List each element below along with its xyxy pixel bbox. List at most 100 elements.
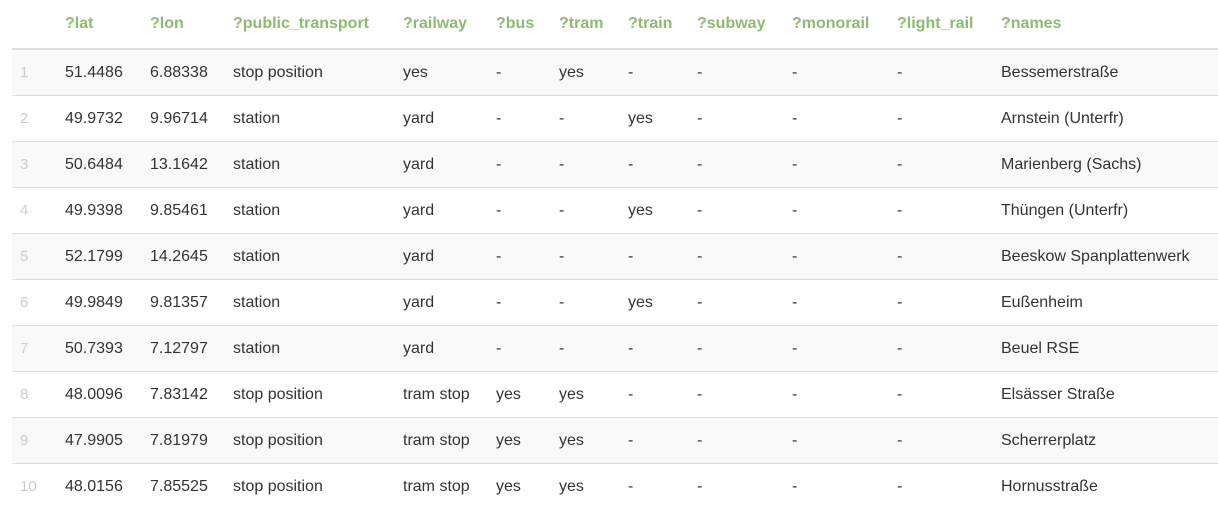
cell-monorail: -: [784, 371, 889, 418]
cell-lon: 7.12797: [142, 325, 225, 372]
cell-tram: yes: [551, 463, 620, 509]
table-row: 10 48.0156 7.85525 stop position tram stop ye…: [12, 463, 1218, 509]
cell-train: -: [620, 417, 689, 464]
cell-public-transport: stop position: [225, 417, 395, 464]
column-header-train[interactable]: ?train: [620, 0, 689, 50]
cell-tram: yes: [551, 371, 620, 418]
cell-row-number: 1: [12, 49, 57, 96]
cell-subway: -: [689, 95, 784, 142]
cell-railway: tram stop: [395, 463, 488, 509]
cell-lon: 6.88338: [142, 49, 225, 96]
cell-monorail: -: [784, 187, 889, 234]
cell-names: Eußenheim: [993, 279, 1218, 326]
cell-lat: 50.7393: [57, 325, 142, 372]
cell-tram: -: [551, 233, 620, 280]
column-header-tram[interactable]: ?tram: [551, 0, 620, 50]
column-header-railway[interactable]: ?railway: [395, 0, 488, 50]
cell-lat: 52.1799: [57, 233, 142, 280]
cell-bus: yes: [488, 371, 551, 418]
cell-subway: -: [689, 233, 784, 280]
cell-row-number: 8: [12, 371, 57, 418]
table-header: ?lat ?lon ?public_transport ?railway ?bus ?tr…: [12, 0, 1218, 50]
cell-light-rail: -: [889, 371, 993, 418]
cell-monorail: -: [784, 325, 889, 372]
cell-public-transport: stop position: [225, 371, 395, 418]
cell-monorail: -: [784, 463, 889, 509]
cell-subway: -: [689, 371, 784, 418]
cell-railway: tram stop: [395, 371, 488, 418]
cell-lat: 51.4486: [57, 49, 142, 96]
header-row: ?lat ?lon ?public_transport ?railway ?bus ?tr…: [12, 0, 1218, 50]
table-row: 4 49.9398 9.85461 station yard - - yes - - - Thünge…: [12, 187, 1218, 234]
table-row: 2 49.9732 9.96714 station yard - - yes - - - Arnste…: [12, 95, 1218, 142]
cell-tram: yes: [551, 417, 620, 464]
cell-names: Marienberg (Sachs): [993, 141, 1218, 188]
cell-railway: yard: [395, 325, 488, 372]
cell-public-transport: station: [225, 279, 395, 326]
column-header-monorail[interactable]: ?monorail: [784, 0, 889, 50]
cell-light-rail: -: [889, 417, 993, 464]
cell-tram: -: [551, 187, 620, 234]
cell-lat: 49.9732: [57, 95, 142, 142]
cell-monorail: -: [784, 233, 889, 280]
column-header-row-number[interactable]: [12, 0, 57, 50]
cell-monorail: -: [784, 417, 889, 464]
cell-lon: 13.1642: [142, 141, 225, 188]
cell-names: Scherrerplatz: [993, 417, 1218, 464]
cell-lon: 9.81357: [142, 279, 225, 326]
cell-bus: yes: [488, 417, 551, 464]
cell-bus: -: [488, 233, 551, 280]
cell-bus: -: [488, 141, 551, 188]
column-header-public-transport[interactable]: ?public_transport: [225, 0, 395, 50]
cell-tram: -: [551, 95, 620, 142]
table-row: 7 50.7393 7.12797 station yard - - - - - - Beuel RS…: [12, 325, 1218, 372]
cell-subway: -: [689, 417, 784, 464]
cell-light-rail: -: [889, 95, 993, 142]
cell-names: Thüngen (Unterfr): [993, 187, 1218, 234]
cell-names: Elsässer Straße: [993, 371, 1218, 418]
cell-train: yes: [620, 95, 689, 142]
cell-public-transport: station: [225, 95, 395, 142]
table-row: 1 51.4486 6.88338 stop position yes - yes - - - - B…: [12, 49, 1218, 96]
cell-light-rail: -: [889, 279, 993, 326]
cell-names: Beuel RSE: [993, 325, 1218, 372]
cell-lon: 7.83142: [142, 371, 225, 418]
cell-monorail: -: [784, 95, 889, 142]
table-row: 8 48.0096 7.83142 stop position tram stop yes…: [12, 371, 1218, 418]
cell-public-transport: station: [225, 325, 395, 372]
column-header-light-rail[interactable]: ?light_rail: [889, 0, 993, 50]
cell-light-rail: -: [889, 463, 993, 509]
cell-monorail: -: [784, 49, 889, 96]
cell-train: yes: [620, 187, 689, 234]
column-header-bus[interactable]: ?bus: [488, 0, 551, 50]
table-row: 3 50.6484 13.1642 station yard - - - - - - Marienbe…: [12, 141, 1218, 188]
cell-bus: -: [488, 279, 551, 326]
cell-train: -: [620, 325, 689, 372]
cell-train: -: [620, 463, 689, 509]
cell-light-rail: -: [889, 325, 993, 372]
cell-subway: -: [689, 49, 784, 96]
cell-lat: 48.0096: [57, 371, 142, 418]
column-header-lat[interactable]: ?lat: [57, 0, 142, 50]
cell-light-rail: -: [889, 233, 993, 280]
cell-railway: yard: [395, 187, 488, 234]
cell-train: -: [620, 141, 689, 188]
cell-light-rail: -: [889, 49, 993, 96]
cell-bus: -: [488, 187, 551, 234]
cell-subway: -: [689, 325, 784, 372]
column-header-names[interactable]: ?names: [993, 0, 1218, 50]
cell-lon: 9.96714: [142, 95, 225, 142]
column-header-subway[interactable]: ?subway: [689, 0, 784, 50]
cell-tram: -: [551, 279, 620, 326]
cell-subway: -: [689, 141, 784, 188]
cell-railway: yard: [395, 141, 488, 188]
cell-railway: yard: [395, 279, 488, 326]
column-header-lon[interactable]: ?lon: [142, 0, 225, 50]
cell-public-transport: station: [225, 187, 395, 234]
cell-tram: -: [551, 325, 620, 372]
cell-lon: 7.81979: [142, 417, 225, 464]
cell-light-rail: -: [889, 187, 993, 234]
cell-bus: -: [488, 325, 551, 372]
cell-row-number: 9: [12, 417, 57, 464]
table-row: 5 52.1799 14.2645 station yard - - - - - - Beeskow …: [12, 233, 1218, 280]
